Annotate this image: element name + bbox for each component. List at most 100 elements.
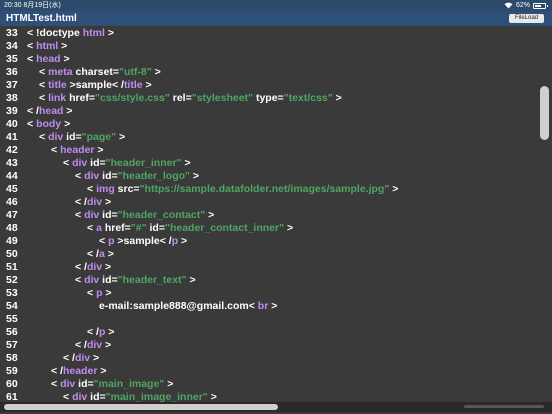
text-token: > [142,79,152,91]
text-token: < / [27,105,39,117]
code-line[interactable]: 35 < head > [6,53,70,66]
code-line[interactable]: 46 < /div > [6,196,111,209]
vertical-scrollbar[interactable] [540,26,549,402]
string-token: "header_text" [117,274,187,286]
line-number: 57 [6,339,18,351]
status-date: 8月19日(水) [23,2,61,9]
code-line[interactable]: 41 < div id="page" > [6,131,125,144]
text-token: id= [99,274,118,286]
line-number: 34 [6,40,18,52]
horizontal-scrollbar[interactable] [0,402,552,412]
code-line[interactable]: 53 < p > [6,287,112,300]
text-token: < [39,131,49,143]
code-line[interactable]: 51 < /div > [6,261,111,274]
code-line[interactable]: 36 < meta charset="utf-8" > [6,66,161,79]
code-text: < head > [27,53,70,65]
text-token: < [75,274,85,286]
line-number: 33 [6,27,18,39]
code-line[interactable]: 61 < div id="main_image_inner" > [6,391,217,402]
code-line[interactable]: 43 < div id="header_inner" > [6,157,191,170]
code-line[interactable]: 42 < header > [6,144,104,157]
text-token: id= [63,131,82,143]
text-token: > [332,92,342,104]
code-line[interactable]: 59 < /header > [6,365,106,378]
text-token: id= [146,222,165,234]
text-token: > [104,27,114,39]
text-token: e-mail:sample888@gmail.com< [99,300,258,312]
string-token: "#" [130,222,147,234]
horizontal-scroll-track-end [464,405,544,408]
code-line[interactable]: 55 [6,313,27,326]
text-token: rel= [169,92,192,104]
code-line[interactable]: 40 < body > [6,118,70,131]
code-line[interactable]: 33 < !doctype html > [6,27,114,40]
code-text: < div id="main_image_inner" > [63,391,217,402]
code-text: < body > [27,118,70,130]
text-token: id= [99,209,118,221]
text-token: < / [51,365,63,377]
code-line[interactable]: 57 < /div > [6,339,111,352]
tag-token: div [74,352,91,364]
text-token: < [51,378,61,390]
line-number: 49 [6,235,18,247]
line-number: 36 [6,66,18,78]
text-token: charset= [72,66,119,78]
fileload-button[interactable]: FileLoad [508,14,544,23]
text-token: > [164,378,174,390]
text-token: < [39,92,49,104]
code-line[interactable]: 49 < p >sample< /p > [6,235,187,248]
tag-token: title [48,79,67,91]
line-number: 51 [6,261,18,273]
text-token: >sample< / [66,79,124,91]
code-editor[interactable]: 33 < !doctype html >34 < html >35 < head >3… [0,26,552,402]
code-text: < img src="https://sample.datafolder.net… [87,183,398,195]
text-token: < [63,391,73,402]
text-token: < [87,222,97,234]
text-token: < [39,66,49,78]
text-token: < / [87,326,99,338]
line-number: 48 [6,222,18,234]
line-number: 58 [6,352,18,364]
line-number: 42 [6,144,18,156]
code-line[interactable]: 48 < a href="#" id="header_contact_inner"… [6,222,293,235]
text-token: href= [66,92,96,104]
code-line[interactable]: 45 < img src="https://sample.datafolder.n… [6,183,398,196]
code-line[interactable]: 44 < div id="header_logo" > [6,170,199,183]
code-line[interactable]: 47 < div id="header_contact" > [6,209,214,222]
line-number: 59 [6,365,18,377]
line-number: 55 [6,313,18,325]
code-line[interactable]: 54 e-mail:sample888@gmail.com< br > [6,300,277,313]
code-line[interactable]: 37 < title >sample< /title > [6,79,152,92]
text-token: > [186,274,196,286]
horizontal-scroll-thumb[interactable] [4,404,278,410]
tag-token: div [86,261,103,273]
code-line[interactable]: 34 < html > [6,40,67,53]
text-token: > [60,53,70,65]
text-token: > [58,40,68,52]
code-line[interactable]: 38 < link href="css/style.css" rel="style… [6,92,342,105]
text-token: < [39,79,49,91]
vertical-scroll-thumb[interactable] [540,86,549,140]
tag-token: div [86,339,103,351]
string-token: "header_contact" [117,209,206,221]
line-number: 40 [6,118,18,130]
string-token: "header_inner" [105,157,182,169]
code-text: < div id="main_image" > [51,378,173,390]
text-token: type= [253,92,284,104]
code-text: < html > [27,40,67,52]
code-line[interactable]: 58 < /div > [6,352,99,365]
text-token: < !doctype [27,27,83,39]
code-text: e-mail:sample888@gmail.com< br > [99,300,277,312]
text-token: id= [75,378,94,390]
line-number: 60 [6,378,18,390]
text-token: > [102,196,112,208]
code-line[interactable]: 56 < /p > [6,326,114,339]
text-token: > [268,300,278,312]
text-token: < [87,183,97,195]
code-line[interactable]: 39 < /head > [6,105,73,118]
code-line[interactable]: 50 < /a > [6,248,114,261]
code-text: < /div > [75,339,111,351]
code-line[interactable]: 52 < div id="header_text" > [6,274,196,287]
status-bar: 20:30 8月19日(水) 62% [0,0,552,11]
code-line[interactable]: 60 < div id="main_image" > [6,378,173,391]
